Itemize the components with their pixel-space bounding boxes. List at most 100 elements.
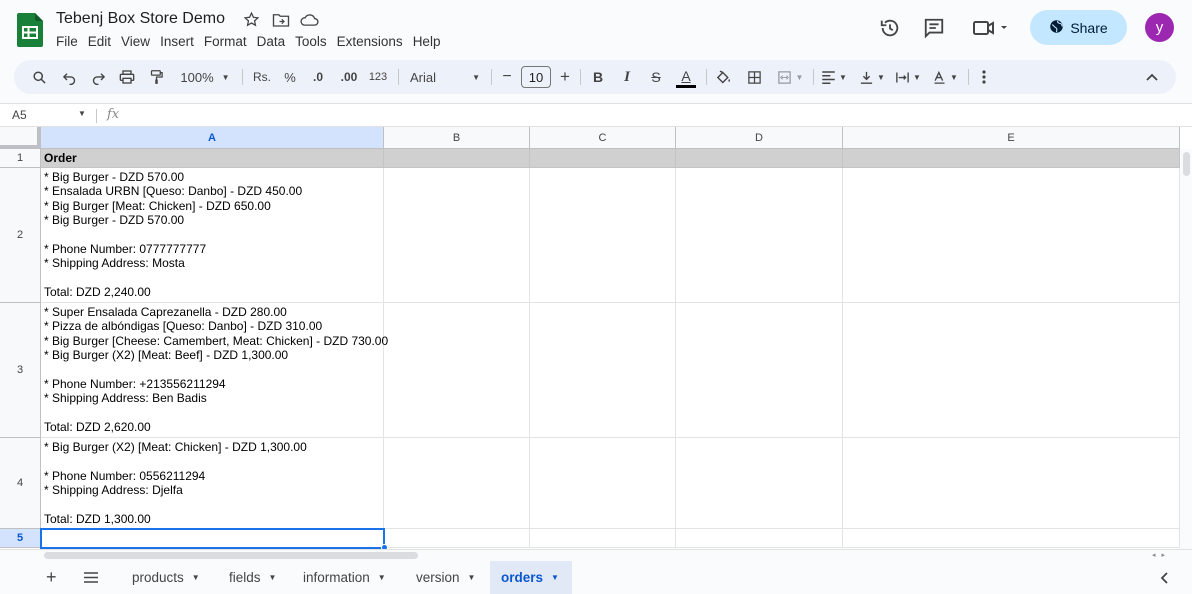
cell-e1[interactable] [843,149,1180,168]
column-header-b[interactable]: B [384,127,530,149]
font-family-select[interactable]: Arial ▼ [404,60,484,94]
decrease-font-size-button[interactable]: − [499,60,515,94]
search-menus-icon[interactable] [28,60,50,94]
column-header-e[interactable]: E [843,127,1180,149]
column-header-c[interactable]: C [530,127,676,149]
cloud-status-icon[interactable] [300,10,319,29]
active-cell-selection[interactable] [40,528,385,549]
print-icon[interactable] [116,60,138,94]
cell-c1[interactable] [530,149,676,168]
menu-edit[interactable]: Edit [83,34,116,50]
text-color-button[interactable]: A [674,60,698,94]
menu-tools[interactable]: Tools [290,34,332,50]
horizontal-scrollbar[interactable]: ◂▸ [0,549,1192,561]
cell-a1[interactable]: Order [41,149,384,168]
cell-c5[interactable] [530,529,676,548]
sheet-tab-version[interactable]: version ▼ [404,561,487,594]
borders-icon[interactable] [743,60,765,94]
increase-font-size-button[interactable]: + [557,60,573,94]
menu-data[interactable]: Data [252,34,291,50]
sheet-tab-fields[interactable]: fields ▼ [217,561,288,594]
cell-d2[interactable] [676,168,843,303]
column-header-d[interactable]: D [676,127,843,149]
text-wrapping-icon[interactable]: ▼ [893,60,923,94]
zoom-select[interactable]: 100% ▼ [174,60,236,94]
percent-format-button[interactable]: % [280,60,300,94]
cell-d4[interactable] [676,438,843,529]
menu-file[interactable]: File [56,34,83,50]
cell-a2[interactable]: * Big Burger - DZD 570.00 * Ensalada URB… [41,168,384,303]
vertical-scrollbar[interactable] [1180,149,1192,549]
cell-c3[interactable] [530,303,676,438]
row-header-5[interactable]: 5 [0,529,41,548]
cell-b5[interactable] [384,529,530,548]
version-history-icon[interactable] [878,16,902,40]
sheet-tab-products[interactable]: products ▼ [120,561,212,594]
explore-collapse-icon[interactable] [1152,561,1176,594]
collapse-toolbar-icon[interactable] [1142,60,1162,94]
cell-d3[interactable] [676,303,843,438]
cell-b2[interactable] [384,168,530,303]
menu-format[interactable]: Format [199,34,252,50]
bold-button[interactable]: B [588,60,608,94]
horizontal-align-icon[interactable]: ▼ [819,60,849,94]
row-header-4[interactable]: 4 [0,438,41,529]
cell-a4[interactable]: * Big Burger (X2) [Meat: Chicken] - DZD … [41,438,384,529]
cell-e3[interactable] [843,303,1180,438]
menu-extensions[interactable]: Extensions [332,34,408,50]
italic-button[interactable]: I [617,60,637,94]
row-header-3[interactable]: 3 [0,303,41,438]
all-sheets-icon[interactable] [76,561,106,594]
document-title[interactable]: Tebenj Box Store Demo [56,10,225,28]
number-format-button[interactable]: 123 [366,60,390,94]
strikethrough-button[interactable]: S [645,60,667,94]
cell-a3[interactable]: * Super Ensalada Caprezanella - DZD 280.… [41,303,388,438]
cell-d5[interactable] [676,529,843,548]
scroll-arrows-icon[interactable]: ◂▸ [1152,551,1171,559]
more-options-icon[interactable] [976,60,992,94]
name-box-dropdown-icon[interactable]: ▼ [78,109,86,118]
cell-b1[interactable] [384,149,530,168]
cell-b3[interactable] [384,303,530,438]
vertical-align-icon[interactable]: ▼ [857,60,887,94]
cell-c2[interactable] [530,168,676,303]
fill-color-icon[interactable] [712,60,734,94]
cell-e4[interactable] [843,438,1180,529]
sheets-logo-icon[interactable] [17,13,43,47]
text-rotation-icon[interactable]: ▼ [930,60,960,94]
cell-b4[interactable] [384,438,530,529]
comments-icon[interactable] [922,16,946,40]
redo-icon[interactable] [87,60,109,94]
row-header-2[interactable]: 2 [0,168,41,303]
cell-e2[interactable] [843,168,1180,303]
column-header-a[interactable]: A [41,127,384,149]
sheet-tab-orders[interactable]: orders ▼ [490,561,572,594]
select-all-corner[interactable] [0,127,41,149]
menu-help[interactable]: Help [408,34,446,50]
font-size-input[interactable]: 10 [521,66,551,88]
vertical-scroll-thumb[interactable] [1183,152,1190,176]
menu-insert[interactable]: Insert [155,34,199,50]
formula-input[interactable] [132,108,1172,124]
increase-decimal-button[interactable]: .00 [336,60,362,94]
star-icon[interactable] [242,10,261,29]
meet-call-icon[interactable] [972,16,1012,40]
merge-cells-icon[interactable]: ▼ [772,60,808,94]
avatar[interactable]: y [1145,13,1174,42]
cell-d1[interactable] [676,149,843,168]
menu-view[interactable]: View [116,34,155,50]
sheet-tab-information[interactable]: information ▼ [291,561,398,594]
horizontal-scroll-thumb[interactable] [44,552,418,559]
decrease-decimal-button[interactable]: .0 [306,60,330,94]
add-sheet-button[interactable]: + [38,561,65,594]
name-box[interactable]: A5 [12,108,27,122]
currency-format-button[interactable]: Rs. [250,60,274,94]
move-folder-icon[interactable] [271,10,290,29]
share-button[interactable]: Share [1030,10,1127,45]
paint-format-icon[interactable] [145,60,167,94]
cell-e5[interactable] [843,529,1180,548]
row-header-1[interactable]: 1 [0,149,41,168]
undo-icon[interactable] [58,60,80,94]
sheet-tab-label: fields [229,570,261,585]
cell-c4[interactable] [530,438,676,529]
